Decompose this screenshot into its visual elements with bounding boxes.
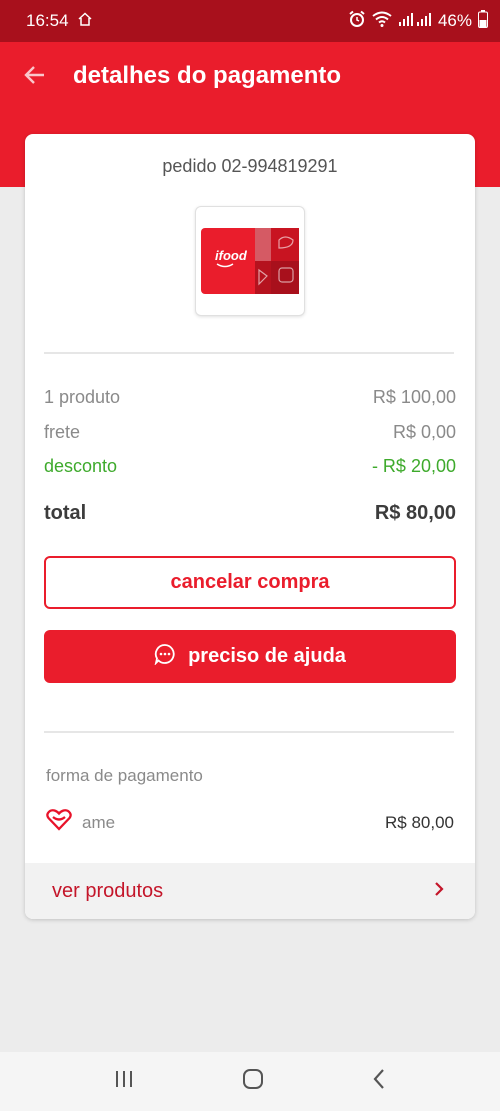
shipping-label: frete (44, 422, 81, 442)
order-id: pedido 02-994819291 (162, 156, 338, 176)
back-arrow-icon[interactable] (22, 62, 48, 88)
cancel-purchase-label: cancelar compra (170, 571, 330, 593)
summary-shipping-row: frete R$ 0,00 (44, 422, 456, 443)
home-icon (77, 11, 93, 32)
cancel-purchase-button[interactable]: cancelar compra (44, 556, 456, 609)
total-value: R$ 80,00 (374, 502, 456, 524)
shipping-value: R$ 0,00 (392, 422, 456, 442)
svg-text:ifood: ifood (215, 248, 248, 263)
ame-heart-icon (46, 809, 72, 836)
page-title: detalhes do pagamento (73, 62, 342, 89)
system-nav-bar (0, 1052, 500, 1111)
discount-value: - R$ 20,00 (371, 456, 456, 476)
discount-label: desconto (44, 456, 118, 476)
divider (44, 352, 454, 354)
alarm-icon (348, 10, 366, 33)
view-products-link[interactable]: ver produtos (25, 863, 475, 919)
wifi-icon (372, 11, 392, 32)
chat-icon (154, 643, 176, 671)
payment-amount: R$ 80,00 (385, 812, 454, 832)
signal-icon (398, 11, 432, 32)
total-label: total (44, 502, 87, 524)
products-label: 1 produto (44, 387, 121, 407)
view-products-label: ver produtos (52, 879, 164, 902)
recent-apps-icon[interactable] (113, 1069, 135, 1094)
payment-method-row: ame R$ 80,00 (46, 809, 454, 836)
back-nav-icon[interactable] (371, 1068, 387, 1095)
payment-details-card: pedido 02-994819291 ifood 1 produto R$ 1… (25, 134, 475, 919)
payment-section-label: forma de pagamento (46, 766, 203, 785)
status-bar: 16:54 46% (0, 0, 500, 42)
battery-icon (478, 9, 488, 33)
status-time: 16:54 (26, 11, 69, 30)
divider (44, 731, 454, 733)
summary-total-row: total R$ 80,00 (44, 502, 456, 525)
summary-discount-row: desconto - R$ 20,00 (44, 456, 456, 477)
chevron-right-icon (433, 881, 445, 902)
summary-products-row: 1 produto R$ 100,00 (44, 387, 456, 408)
products-value: R$ 100,00 (372, 387, 456, 407)
gift-card-image: ifood (195, 206, 305, 316)
help-label: preciso de ajuda (188, 645, 346, 667)
payment-method-name: ame (82, 812, 116, 832)
home-nav-icon[interactable] (242, 1068, 264, 1095)
battery-percent: 46% (437, 11, 472, 30)
help-button[interactable]: preciso de ajuda (44, 630, 456, 683)
